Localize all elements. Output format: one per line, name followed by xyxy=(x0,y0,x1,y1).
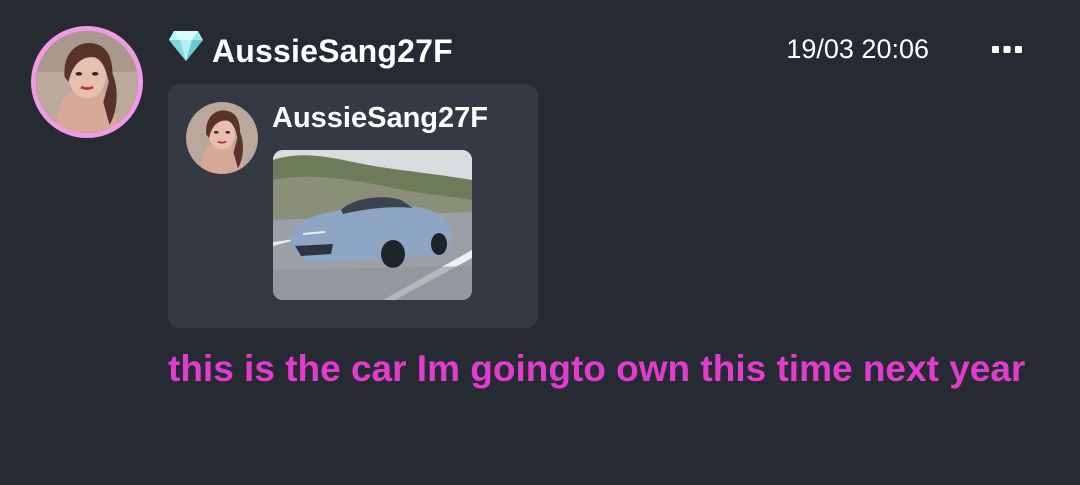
message-header: AussieSang27F 19/03 20:06 xyxy=(168,28,1048,74)
diamond-icon xyxy=(169,31,203,61)
quoted-message[interactable]: AussieSang27F xyxy=(168,84,538,328)
message-text: this is the car Im goingto own this time… xyxy=(168,348,1026,389)
avatar[interactable] xyxy=(31,26,143,138)
quoted-username[interactable]: AussieSang27F xyxy=(272,102,488,135)
quoted-avatar[interactable] xyxy=(186,102,258,174)
timestamp: 19/03 20:06 xyxy=(786,34,929,64)
more-options-icon[interactable] xyxy=(990,38,1024,60)
avatar-photo xyxy=(36,31,138,133)
avatar-photo xyxy=(186,102,258,174)
chat-message: AussieSang27F 19/03 20:06 AussieSang27F xyxy=(0,0,1080,485)
car-image-content xyxy=(273,150,472,300)
username[interactable]: AussieSang27F xyxy=(212,33,453,70)
car-photo[interactable] xyxy=(273,150,472,300)
